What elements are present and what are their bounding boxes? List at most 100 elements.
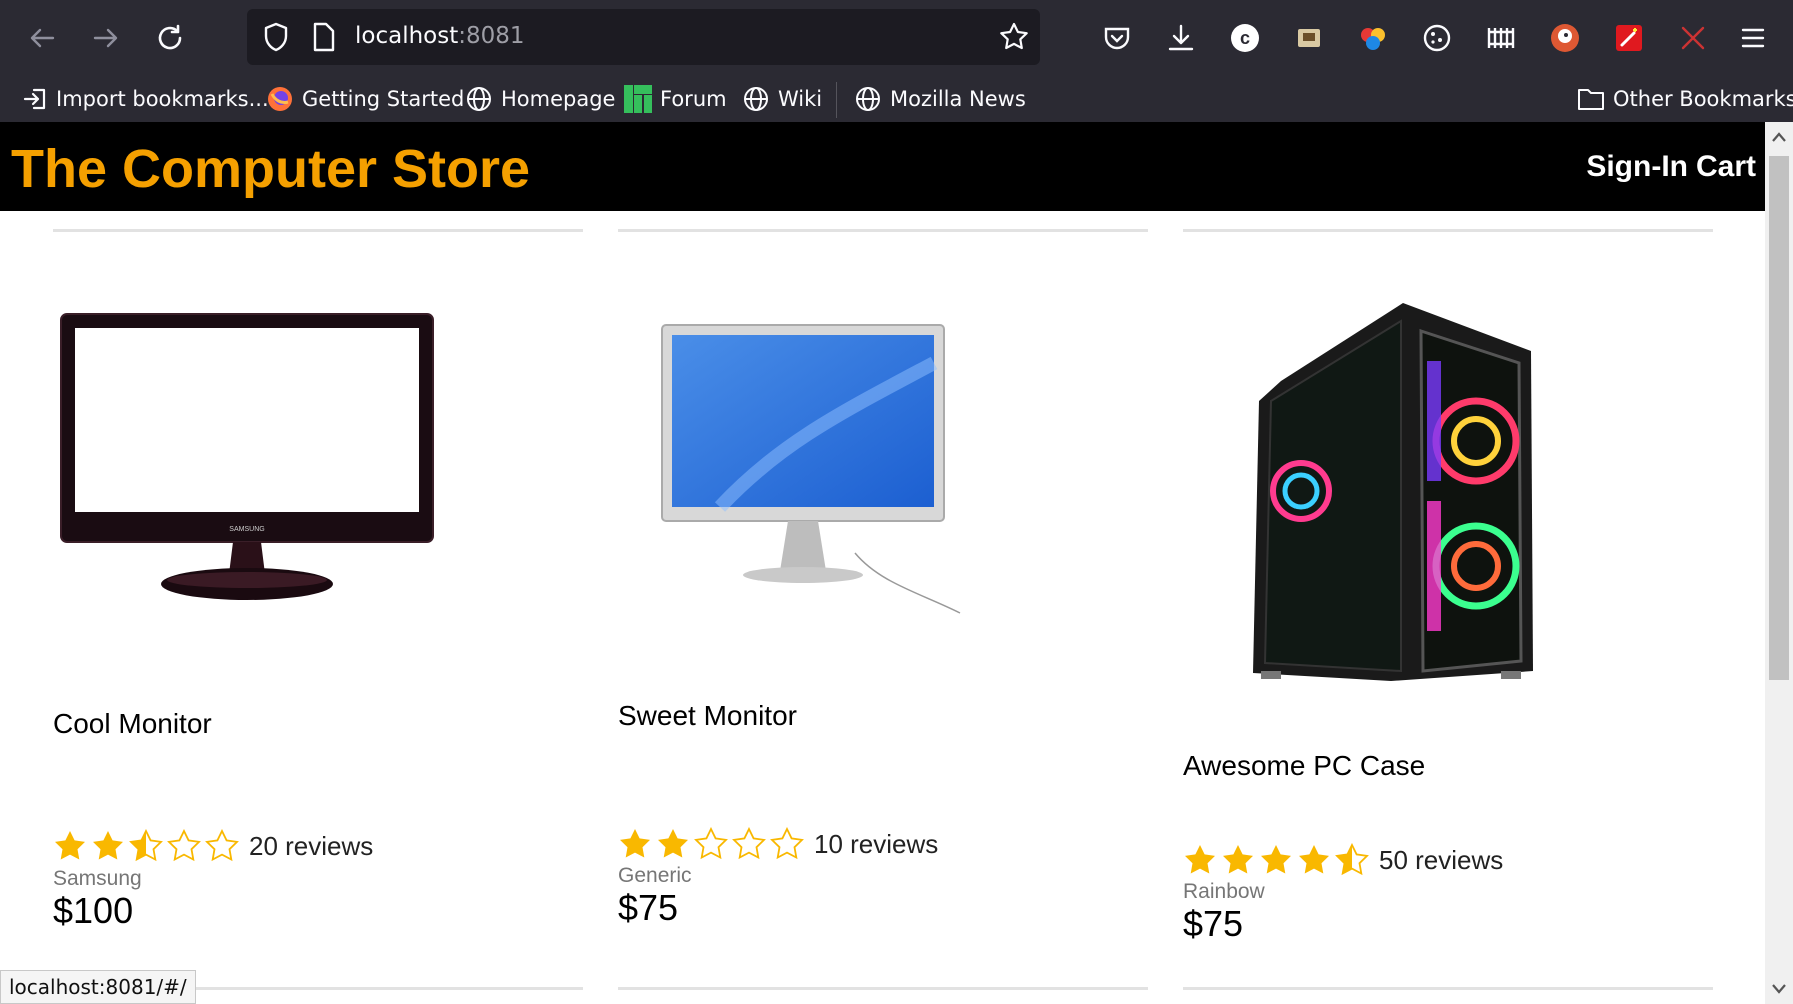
page-scrollbar[interactable] <box>1765 122 1793 1004</box>
card-divider <box>618 987 1148 990</box>
pocket-icon <box>1104 27 1130 50</box>
star-full-icon <box>1261 845 1291 874</box>
bookmark-wiki[interactable]: Wiki <box>742 82 822 116</box>
star-half-icon <box>129 829 163 862</box>
downloads-button[interactable] <box>1161 18 1201 58</box>
site-header: The Computer Store Sign-In Cart <box>0 122 1765 211</box>
bookmark-getting-started[interactable]: Getting Started <box>266 82 464 116</box>
bookmark-forum[interactable]: Forum <box>624 82 727 116</box>
card-divider <box>618 229 1148 232</box>
product-card[interactable]: SAMSUNG Cool Monitor 20 reviews Samsung … <box>53 211 583 1004</box>
duckduckgo-icon <box>1551 24 1579 52</box>
address-bar[interactable]: localhost:8081 <box>247 9 1040 65</box>
signin-link[interactable]: Sign-In <box>1586 150 1688 184</box>
star-full-icon <box>1185 845 1215 874</box>
bookmarks-toolbar: Import bookmarks... Getting Started Home… <box>0 76 1793 122</box>
extension-cookie-button[interactable] <box>1417 18 1457 58</box>
bookmark-mozilla-news[interactable]: Mozilla News <box>854 82 1026 116</box>
product-card[interactable]: Awesome PC Case 50 reviews Rainbow $75 <box>1183 211 1713 1004</box>
forward-button[interactable] <box>86 18 126 58</box>
bookmark-label: Getting Started <box>302 87 465 111</box>
reload-button[interactable] <box>150 18 190 58</box>
product-brand: Samsung <box>53 867 142 890</box>
tools-disabled-icon <box>1681 26 1705 50</box>
extension-wand-button[interactable] <box>1609 18 1649 58</box>
scroll-up-button[interactable] <box>1765 122 1793 152</box>
grid-icon <box>1487 28 1515 48</box>
extension-box-button[interactable] <box>1289 18 1329 58</box>
back-button[interactable] <box>22 18 62 58</box>
product-card[interactable]: Sweet Monitor 10 reviews Generic $75 <box>618 211 1148 1004</box>
globe-icon <box>744 87 768 111</box>
product-image-sweet-monitor[interactable] <box>660 323 980 623</box>
star-half-icon <box>1335 843 1369 876</box>
magic-wand-icon <box>1616 25 1642 51</box>
bookmark-label: Homepage <box>501 87 616 111</box>
product-rating: 10 reviews <box>618 827 938 861</box>
product-price: $75 <box>1183 903 1244 944</box>
extension-colors-icon <box>1361 28 1385 50</box>
status-url-preview: localhost:8081/#/ <box>0 970 196 1004</box>
bookmark-label: Wiki <box>778 87 823 111</box>
star-empty-icon <box>167 829 201 862</box>
cart-link[interactable]: Cart <box>1696 150 1756 184</box>
browser-chrome: localhost:8081 c Import bookmarks... Get… <box>0 0 1793 122</box>
duckduckgo-button[interactable] <box>1545 18 1585 58</box>
extension-c-button[interactable]: c <box>1225 18 1265 58</box>
product-image-cool-monitor[interactable]: SAMSUNG <box>59 312 435 612</box>
card-divider <box>1183 229 1713 232</box>
extension-grid-button[interactable] <box>1481 18 1521 58</box>
manjaro-icon <box>624 85 652 113</box>
shield-icon[interactable] <box>261 21 291 53</box>
bookmark-label: Import bookmarks... <box>56 87 269 111</box>
card-divider <box>53 229 583 232</box>
url-port: :8081 <box>458 23 525 49</box>
download-icon <box>1168 24 1194 51</box>
forward-arrow-icon <box>93 28 118 48</box>
cookie-icon <box>1423 24 1451 52</box>
product-name[interactable]: Cool Monitor <box>53 708 212 740</box>
bookmark-label: Forum <box>660 87 727 111</box>
folder-icon <box>1578 89 1604 110</box>
svg-text:c: c <box>1240 28 1250 48</box>
product-rating: 20 reviews <box>53 829 373 863</box>
star-empty-icon <box>732 827 766 860</box>
star-full-icon <box>93 831 123 860</box>
review-count: 20 reviews <box>249 830 374 861</box>
star-full-icon <box>658 829 688 858</box>
bookmark-star-icon[interactable] <box>998 21 1030 53</box>
import-icon <box>23 88 46 110</box>
star-empty-icon <box>770 827 804 860</box>
product-name[interactable]: Awesome PC Case <box>1183 750 1425 782</box>
url-text[interactable]: localhost:8081 <box>355 23 525 49</box>
bookmark-label: Mozilla News <box>890 87 1026 111</box>
product-image-awesome-pc-case[interactable] <box>1251 301 1541 693</box>
product-brand: Rainbow <box>1183 880 1265 903</box>
scroll-down-button[interactable] <box>1765 974 1793 1004</box>
product-rating: 50 reviews <box>1183 843 1503 877</box>
star-full-icon <box>1223 845 1253 874</box>
extension-tools-button[interactable] <box>1673 18 1713 58</box>
other-bookmarks[interactable]: Other Bookmarks <box>1577 82 1793 116</box>
star-full-icon <box>620 829 650 858</box>
product-name[interactable]: Sweet Monitor <box>618 700 797 732</box>
star-empty-icon <box>694 827 728 860</box>
extension-colors-button[interactable] <box>1353 18 1393 58</box>
review-count: 10 reviews <box>814 828 939 859</box>
product-price: $75 <box>618 887 679 928</box>
bookmark-homepage[interactable]: Homepage <box>465 82 615 116</box>
pocket-button[interactable] <box>1097 18 1137 58</box>
site-title[interactable]: The Computer Store <box>11 138 530 200</box>
url-host: localhost <box>355 23 459 49</box>
product-grid: SAMSUNG Cool Monitor 20 reviews Samsung … <box>0 211 1765 1004</box>
product-price: $100 <box>53 890 134 931</box>
menu-button[interactable] <box>1733 18 1773 58</box>
bookmark-import[interactable]: Import bookmarks... <box>22 82 269 116</box>
star-empty-icon <box>205 829 239 862</box>
globe-icon <box>856 87 880 111</box>
browser-toolbar: localhost:8081 c <box>0 0 1793 76</box>
page-icon <box>313 22 335 52</box>
scroll-thumb[interactable] <box>1769 156 1789 680</box>
reload-icon <box>158 24 182 50</box>
back-arrow-icon <box>30 28 55 48</box>
